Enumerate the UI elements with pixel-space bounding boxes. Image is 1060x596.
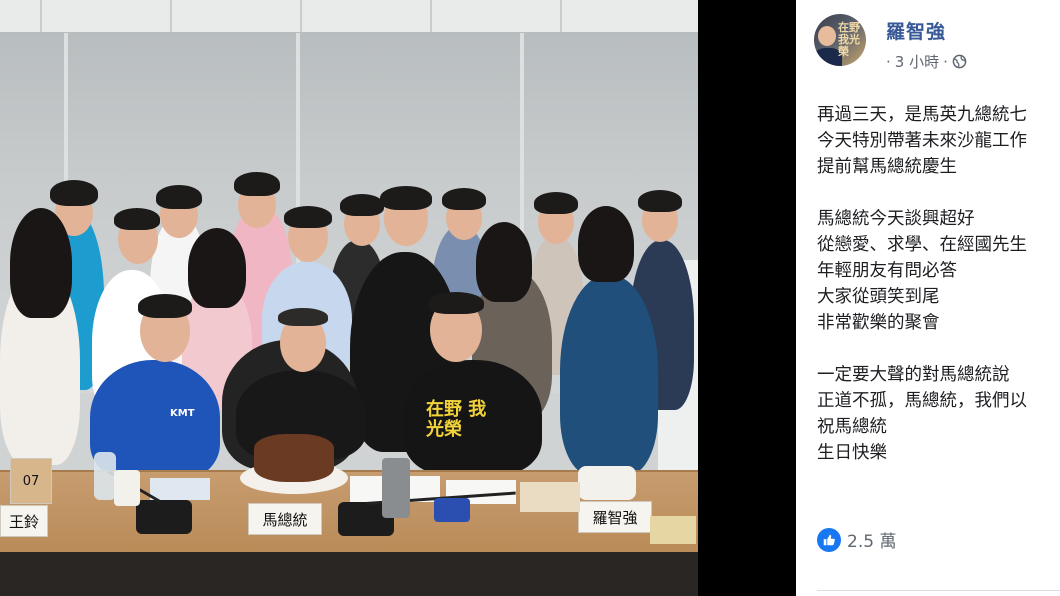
nameplate: 羅智強 (578, 501, 652, 533)
post-line: 再過三天，是馬英九總統七 (817, 105, 1027, 125)
ceiling-seam (430, 0, 432, 32)
nameplate: 馬總統 (248, 503, 322, 535)
chocolate-cake (254, 434, 334, 482)
bowl (578, 466, 636, 500)
post-timestamp[interactable]: 3 小時 (895, 51, 939, 72)
shirt-text: 在野 我光榮 (426, 399, 487, 440)
post-line: 馬總統今天談興超好 (817, 209, 975, 229)
person-hair (340, 194, 384, 216)
person-hair (578, 206, 634, 282)
reaction-summary[interactable]: 2.5 萬 (817, 527, 896, 552)
person: 在野 我光榮 (404, 360, 542, 475)
post-line: 今天特別帶著未來沙龍工作 (817, 131, 1027, 151)
ceiling-seam (300, 0, 302, 32)
ceiling-seam (40, 0, 42, 32)
post-meta: · 3 小時 · (886, 51, 967, 72)
author-name[interactable]: 羅智強 (886, 17, 946, 44)
author-avatar[interactable]: 在野 我光榮 (814, 14, 866, 66)
post-line: 年輕朋友有問必答 (817, 261, 957, 281)
person (560, 275, 658, 475)
post-panel: 在野 我光榮 羅智強 · 3 小時 · 再過三天，是馬英九總統七 今天特別帶著未… (796, 0, 1060, 596)
person-hair (284, 206, 332, 228)
divider (817, 590, 1060, 591)
thumbs-up-icon (823, 534, 835, 545)
desk-device (434, 498, 470, 522)
table-number-card: 07 (10, 458, 52, 504)
post-photo[interactable]: KMT 在野 我光榮 07 王鈴 馬總統 羅智強 (0, 0, 698, 596)
post-line: 生日快樂 (817, 443, 887, 463)
ceiling-seam (560, 0, 562, 32)
nameplate: 王鈴 (0, 505, 48, 537)
person-hair (638, 190, 682, 212)
person-hair (188, 228, 246, 308)
post-body: 再過三天，是馬英九總統七 今天特別帶著未來沙龍工作 提前幫馬總統慶生 馬總統今天… (817, 102, 1060, 466)
globe-icon[interactable] (952, 54, 967, 69)
person-hair (476, 222, 532, 302)
ceiling (0, 0, 698, 33)
viewer-background (698, 0, 796, 596)
like-count: 2.5 萬 (847, 532, 897, 552)
person-hair (50, 180, 98, 206)
microphone-base (136, 500, 192, 534)
person-hair (534, 192, 578, 214)
thermos (382, 458, 410, 518)
avatar-slogan: 在野 我光榮 (838, 21, 860, 58)
post-line: 大家從頭笑到尾 (817, 287, 940, 307)
mug (114, 470, 140, 506)
meta-separator: · (943, 52, 948, 71)
post-line: 正道不孤，馬總統，我們以 (817, 391, 1027, 411)
document-sheet (650, 516, 696, 544)
meta-separator: · (886, 52, 891, 71)
avatar-face (818, 26, 836, 46)
document-sheet (150, 478, 210, 500)
person-hair (278, 308, 328, 326)
person-hair (114, 208, 160, 230)
person-hair (10, 208, 72, 318)
post-line: 一定要大聲的對馬總統說 (817, 365, 1010, 385)
person-hair (138, 294, 192, 318)
snack-tray (520, 482, 580, 512)
post-line: 非常歡樂的聚會 (817, 313, 940, 333)
like-icon (817, 527, 841, 552)
person-hair (428, 292, 484, 314)
post-line: 祝馬總統 (817, 417, 887, 437)
table-edge (0, 552, 698, 596)
polo-logo: KMT (170, 408, 195, 419)
person-hair (156, 185, 202, 209)
person-hair (234, 172, 280, 196)
post-blank-line (817, 336, 1060, 362)
person-hair (442, 188, 486, 210)
ceiling-seam (170, 0, 172, 32)
post-line: 從戀愛、求學、在經國先生 (817, 235, 1027, 255)
post-line: 提前幫馬總統慶生 (817, 157, 957, 177)
birthday-cake (240, 432, 348, 494)
post-blank-line (817, 180, 1060, 206)
water-bottle (94, 452, 116, 500)
person-hair (380, 186, 432, 210)
